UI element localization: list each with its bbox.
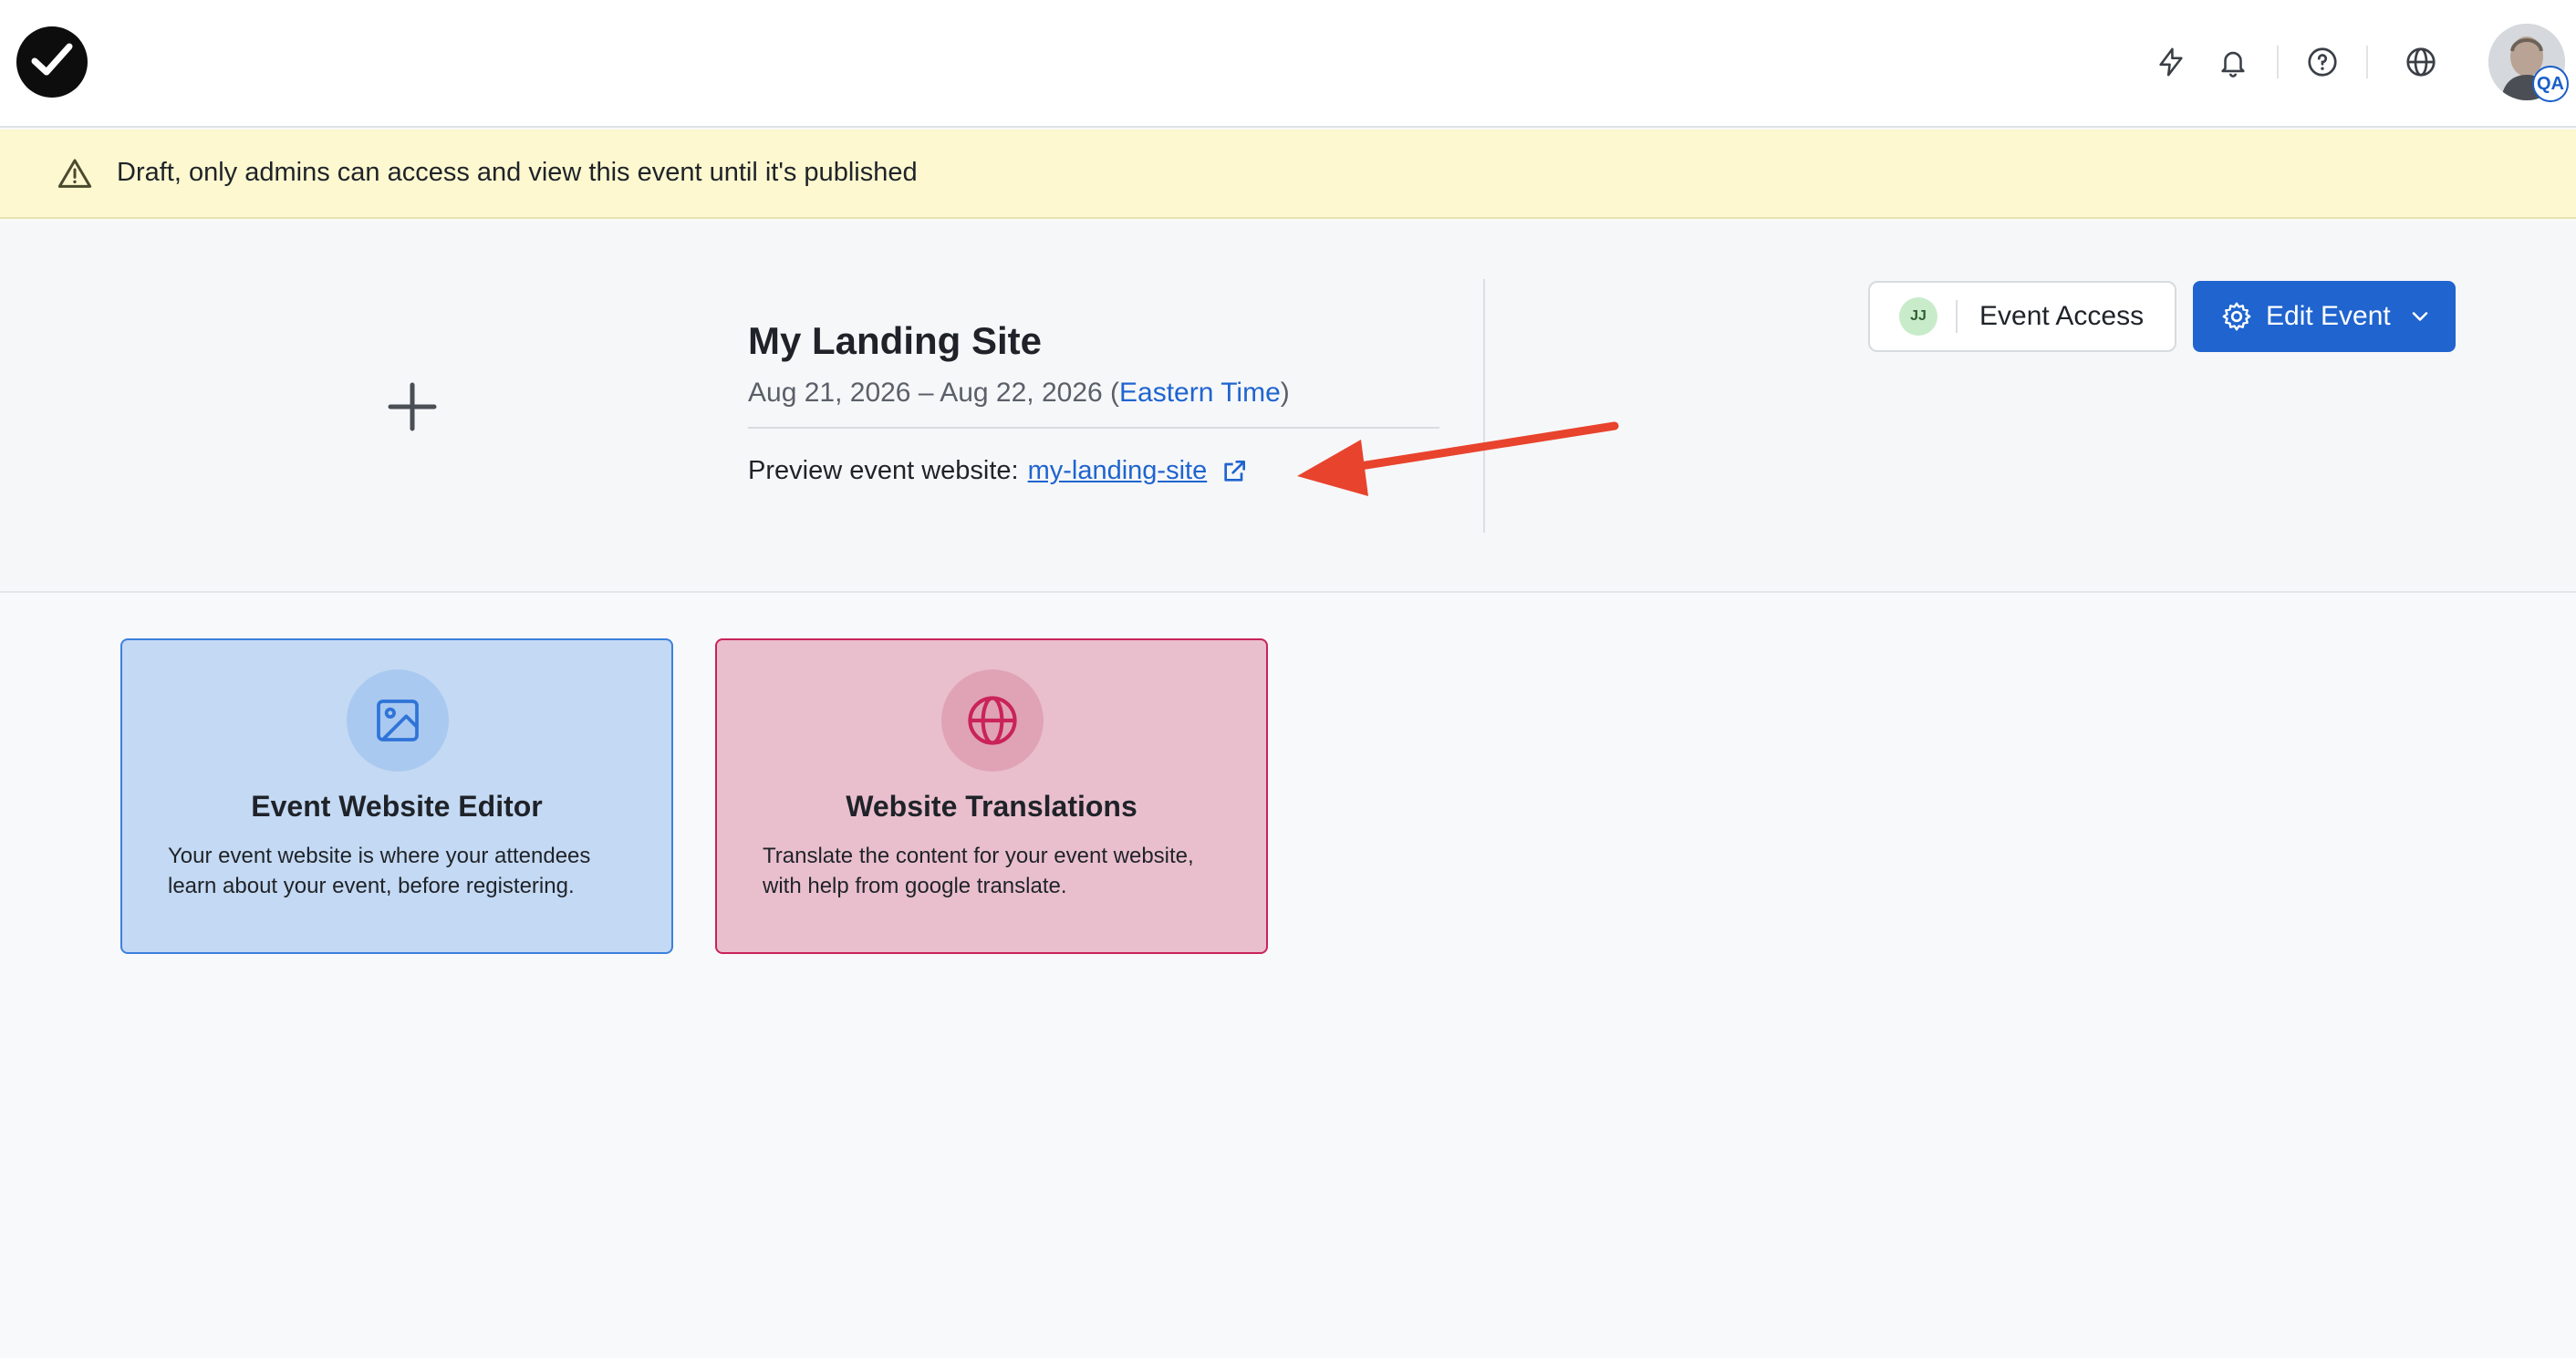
card-title: Event Website Editor xyxy=(251,790,543,823)
edit-event-label: Edit Event xyxy=(2266,301,2391,331)
warning-icon xyxy=(57,159,92,188)
app-logo[interactable] xyxy=(16,26,88,98)
topbar-separator xyxy=(2366,46,2368,78)
banner-message: Draft, only admins can access and view t… xyxy=(117,158,918,187)
preview-website-row: Preview event website: my-landing-site xyxy=(748,456,1249,486)
external-link-icon[interactable] xyxy=(1220,457,1249,486)
image-icon xyxy=(377,700,419,741)
add-cover-button[interactable] xyxy=(381,376,443,438)
card-description: Translate the content for your event web… xyxy=(763,844,1194,898)
bell-icon[interactable] xyxy=(2211,40,2255,84)
lightning-icon[interactable] xyxy=(2149,40,2193,84)
event-website-editor-card[interactable]: Event Website Editor Your event website … xyxy=(120,638,673,954)
help-icon[interactable] xyxy=(2301,40,2344,84)
globe-icon[interactable] xyxy=(2399,40,2443,84)
access-separator xyxy=(1956,300,1958,333)
event-access-button[interactable]: JJ Event Access xyxy=(1868,281,2176,352)
checkmark-logo-icon xyxy=(31,43,73,76)
globe-icon xyxy=(968,696,1017,745)
top-navigation-bar: QA xyxy=(0,0,2576,128)
chevron-down-icon xyxy=(2412,312,2428,321)
preview-website-link[interactable]: my-landing-site xyxy=(1028,456,1208,486)
event-header: My Landing Site Aug 21, 2026 – Aug 22, 2… xyxy=(0,221,2576,593)
card-description: Your event website is where your attende… xyxy=(168,844,591,898)
preview-label: Preview event website: xyxy=(748,456,1019,485)
plus-icon xyxy=(388,382,437,431)
timezone-link[interactable]: Eastern Time xyxy=(1119,378,1281,408)
event-dates: Aug 21, 2026 – Aug 22, 2026 (Eastern Tim… xyxy=(748,378,1290,409)
event-access-label: Event Access xyxy=(1979,301,2145,331)
event-title: My Landing Site xyxy=(748,319,1043,362)
draft-warning-banner: Draft, only admins can access and view t… xyxy=(0,130,2576,219)
card-icon-circle xyxy=(941,669,1044,772)
gear-icon xyxy=(2222,302,2251,331)
website-translations-card[interactable]: Website Translations Translate the conte… xyxy=(715,638,1268,954)
topbar-separator xyxy=(2277,46,2279,78)
event-date-range: Aug 21, 2026 – Aug 22, 2026 ( xyxy=(748,378,1120,408)
card-title: Website Translations xyxy=(846,790,1137,823)
edit-event-button[interactable]: Edit Event xyxy=(2193,281,2456,352)
annotation-arrow-icon xyxy=(1297,421,1619,496)
card-icon-circle xyxy=(347,669,449,772)
qa-badge: QA xyxy=(2532,66,2569,102)
access-user-avatar: JJ xyxy=(1899,297,1937,336)
